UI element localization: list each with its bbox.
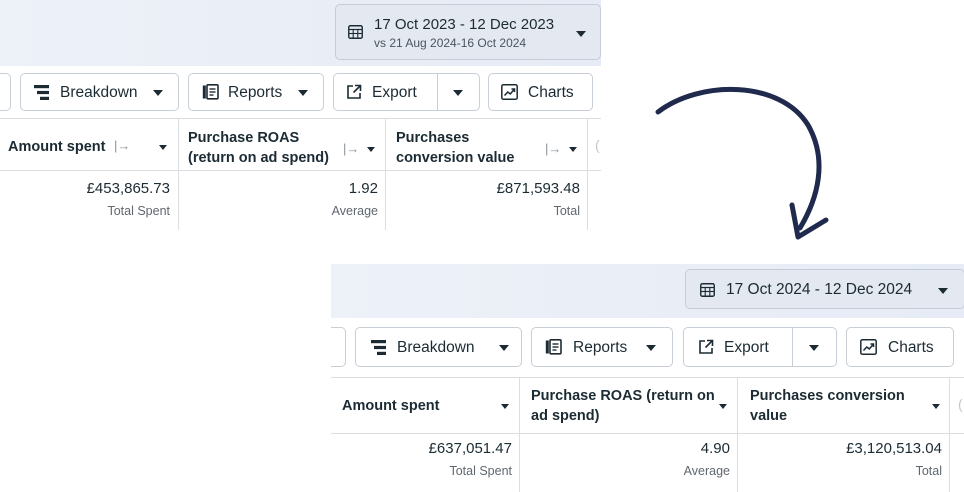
dropdown-caret-icon — [499, 345, 509, 351]
amount-spent-summary: Total Spent — [449, 464, 512, 478]
export-button-group[interactable]: Export — [333, 73, 480, 111]
purchase-roas-value: 4.90 — [700, 440, 730, 457]
column-separator — [949, 377, 950, 492]
calendar-icon — [700, 283, 715, 297]
export-label: Export — [372, 84, 417, 101]
conversion-value-summary: Total — [553, 204, 580, 218]
breakdown-label: Breakdown — [60, 84, 138, 101]
breakdown-button[interactable]: Breakdown — [355, 327, 522, 367]
reports-button[interactable]: Reports — [531, 327, 673, 367]
conversion-value-value: £3,120,513.04 — [846, 440, 942, 457]
column-header-amount-spent[interactable]: Amount spent — [8, 137, 105, 157]
dropdown-caret-icon — [153, 90, 163, 96]
button-divider — [437, 74, 438, 110]
export-dropdown-caret-icon[interactable] — [453, 90, 463, 96]
dropdown-caret-icon — [576, 31, 586, 37]
clipped-column-edge: ( — [595, 137, 600, 153]
export-icon — [699, 339, 714, 354]
column-menu-caret-icon[interactable] — [719, 404, 727, 409]
date-range-label: 17 Oct 2023 - 12 Dec 2023 — [374, 16, 555, 33]
pin-column-icon[interactable]: |→ — [545, 141, 561, 156]
calendar-icon — [348, 25, 363, 39]
purchase-roas-summary: Average — [331, 204, 378, 218]
purchase-roas-value: 1.92 — [348, 180, 378, 197]
header-bottom-border — [0, 170, 601, 171]
pin-column-icon[interactable]: |→ — [343, 141, 359, 156]
column-header-purchase-roas[interactable]: Purchase ROAS (return on ad spend) — [531, 386, 716, 426]
pin-column-icon[interactable]: |→ — [114, 138, 130, 153]
reports-icon — [202, 84, 219, 100]
column-menu-caret-icon[interactable] — [569, 147, 577, 152]
table-top-border — [0, 118, 601, 119]
after-screenshot-panel: 17 Oct 2024 - 12 Dec 2024 Breakdown Repo… — [331, 264, 964, 492]
dropdown-caret-icon — [938, 288, 948, 294]
table-top-border — [331, 377, 964, 378]
column-menu-caret-icon[interactable] — [367, 147, 375, 152]
conversion-value-summary: Total — [915, 464, 942, 478]
charts-icon — [501, 84, 518, 100]
button-divider — [792, 328, 793, 366]
before-screenshot-panel: 17 Oct 2023 - 12 Dec 2023 vs 21 Aug 2024… — [0, 0, 601, 232]
charts-button[interactable]: Charts — [846, 327, 954, 367]
column-separator — [178, 118, 179, 230]
date-range-button[interactable]: 17 Oct 2024 - 12 Dec 2024 — [685, 269, 964, 309]
column-separator — [587, 118, 588, 230]
export-label: Export — [724, 339, 769, 356]
breakdown-button[interactable]: Breakdown — [20, 73, 179, 111]
breakdown-icon — [371, 340, 386, 355]
export-button-group[interactable]: Export — [683, 327, 837, 367]
clipped-column-edge: ( — [958, 396, 963, 412]
date-range-label: 17 Oct 2024 - 12 Dec 2024 — [726, 281, 913, 298]
reports-label: Reports — [228, 84, 283, 101]
dropdown-caret-icon — [646, 345, 656, 351]
charts-icon — [860, 339, 877, 355]
date-header-bar: 17 Oct 2024 - 12 Dec 2024 — [331, 264, 964, 318]
breakdown-label: Breakdown — [397, 339, 475, 356]
reports-button[interactable]: Reports — [188, 73, 324, 111]
dropdown-caret-icon — [298, 90, 308, 96]
reports-label: Reports — [573, 339, 628, 356]
compare-range-label: vs 21 Aug 2024-16 Oct 2024 — [374, 36, 527, 50]
column-header-purchases-conversion-value[interactable]: Purchases conversion value — [750, 386, 930, 426]
conversion-value-value: £871,593.48 — [496, 180, 580, 197]
curved-arrow-icon — [655, 87, 829, 240]
reports-icon — [545, 339, 562, 355]
amount-spent-value: £637,051.47 — [428, 440, 512, 457]
charts-button[interactable]: Charts — [488, 73, 593, 111]
charts-label: Charts — [888, 339, 934, 356]
purchase-roas-summary: Average — [683, 464, 730, 478]
column-header-purchase-roas[interactable]: Purchase ROAS (return on ad spend) — [188, 128, 338, 168]
amount-spent-summary: Total Spent — [107, 204, 170, 218]
column-menu-caret-icon[interactable] — [932, 404, 940, 409]
breakdown-icon — [34, 85, 49, 100]
column-menu-caret-icon[interactable] — [501, 404, 509, 409]
column-menu-caret-icon[interactable] — [159, 145, 167, 150]
date-range-button[interactable]: 17 Oct 2023 - 12 Dec 2023 vs 21 Aug 2024… — [335, 4, 601, 60]
toolbar-button-clipped[interactable] — [331, 327, 346, 367]
export-dropdown-caret-icon[interactable] — [809, 345, 819, 351]
column-separator — [385, 118, 386, 230]
charts-label: Charts — [528, 84, 574, 101]
export-icon — [347, 84, 362, 99]
header-bottom-border — [331, 433, 964, 434]
column-header-amount-spent[interactable]: Amount spent — [342, 396, 439, 416]
toolbar-button-clipped[interactable] — [0, 73, 11, 111]
column-separator — [737, 377, 738, 492]
column-separator — [519, 377, 520, 492]
date-header-bar: 17 Oct 2023 - 12 Dec 2023 vs 21 Aug 2024… — [0, 0, 601, 66]
column-header-purchases-conversion-value[interactable]: Purchases conversion value — [396, 128, 521, 168]
amount-spent-value: £453,865.73 — [86, 180, 170, 197]
